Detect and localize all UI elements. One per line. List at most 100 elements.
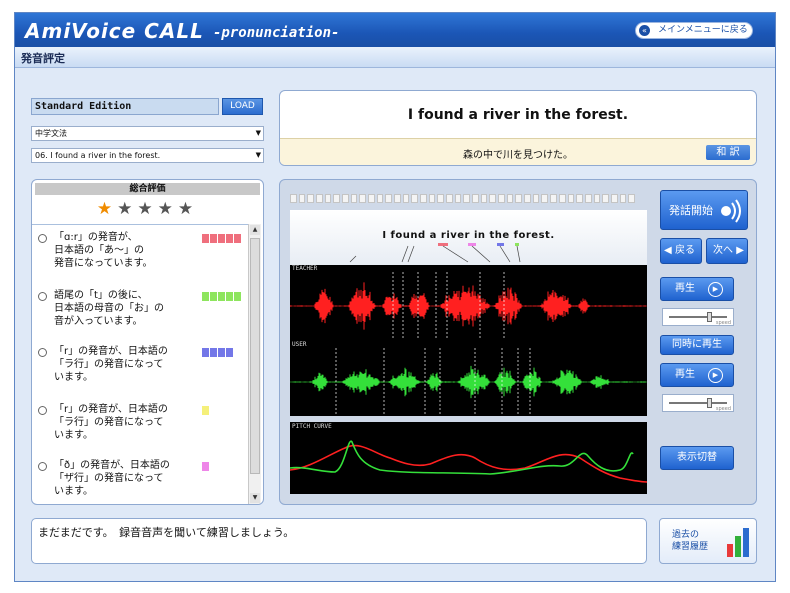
main-menu-button[interactable]: « メインメニューに戻る bbox=[635, 22, 753, 39]
category-select[interactable]: 中学文法 ▼ bbox=[31, 126, 264, 141]
severity-block bbox=[226, 348, 233, 357]
evaluation-list: 「ɑ:r」の発音が、 日本語の「あ～」の 発音になっています。 語尾の「t」の後に… bbox=[32, 224, 250, 504]
speed-label: speed bbox=[715, 320, 731, 326]
scroll-thumb[interactable] bbox=[250, 238, 260, 474]
translate-button[interactable]: 和 訳 bbox=[706, 145, 750, 160]
simultaneous-play-button[interactable]: 同時に再生 bbox=[660, 335, 734, 355]
severity-swatch bbox=[202, 348, 233, 357]
alignment-markers bbox=[349, 243, 521, 263]
track-separator bbox=[290, 416, 647, 422]
evaluation-text: 語尾の「t」の後に、 日本語の母音の「お」の 音が入っています。 bbox=[54, 290, 164, 327]
teacher-waveform bbox=[290, 272, 647, 340]
severity-block bbox=[202, 348, 209, 357]
severity-block bbox=[210, 348, 217, 357]
star-empty-icon: ★ bbox=[137, 199, 158, 219]
severity-block bbox=[218, 234, 225, 243]
start-recording-button[interactable]: 発話開始 bbox=[660, 190, 748, 230]
bar-chart-icon bbox=[727, 528, 749, 557]
toggle-display-button[interactable]: 表示切替 bbox=[660, 446, 734, 470]
category-select-value: 中学文法 bbox=[35, 129, 67, 138]
practice-history-label: 過去の 練習履歴 bbox=[672, 530, 709, 552]
severity-block bbox=[218, 292, 225, 301]
evaluation-text: 「ð」の発音が、日本語の 「ザ行」の発音になって います。 bbox=[54, 460, 170, 497]
play-user-button[interactable]: 再生 ▶ bbox=[660, 363, 734, 387]
next-label: 次へ bbox=[713, 245, 733, 256]
next-button[interactable]: 次へ ▶ bbox=[706, 238, 748, 264]
section-bar: 発音評定 bbox=[15, 47, 775, 68]
scroll-down-icon[interactable]: ▼ bbox=[250, 493, 260, 503]
waveform-display: I found a river in the forest. TEACHER U… bbox=[290, 210, 647, 494]
app-window: AmiVoice CALL -pronunciation- « メインメニューに… bbox=[14, 12, 776, 582]
speed-slider-knob[interactable] bbox=[707, 398, 712, 408]
evaluation-radio[interactable] bbox=[38, 234, 47, 243]
double-chevron-left-icon: « bbox=[639, 25, 650, 36]
play-user-label: 再生 bbox=[675, 369, 695, 380]
evaluation-text: 「r」の発音が、日本語の 「ラ行」の発音になって います。 bbox=[54, 346, 168, 383]
evaluation-radio[interactable] bbox=[38, 406, 47, 415]
severity-swatch bbox=[202, 406, 209, 415]
target-sentence-panel: I found a river in the forest. 森の中で川を見つけ… bbox=[279, 90, 757, 166]
edition-field[interactable]: Standard Edition bbox=[31, 98, 219, 115]
back-label: 戻る bbox=[675, 245, 695, 256]
translation-band: 森の中で川を見つけた。 和 訳 bbox=[280, 138, 756, 165]
sentence-select-value: 06. I found a river in the forest. bbox=[35, 151, 161, 160]
feedback-message: まだまだです。 録音音声を聞いて練習しましょう。 bbox=[31, 518, 647, 564]
play-icon: ▶ bbox=[708, 282, 723, 297]
star-empty-icon: ★ bbox=[117, 199, 138, 219]
user-track-label: USER bbox=[292, 341, 307, 348]
load-button[interactable]: LOAD bbox=[222, 98, 263, 115]
severity-block bbox=[202, 234, 209, 243]
app-title: AmiVoice CALL bbox=[25, 19, 204, 43]
section-title: 発音評定 bbox=[21, 52, 65, 65]
severity-block bbox=[226, 292, 233, 301]
progress-ticks bbox=[290, 194, 635, 203]
title-bar: AmiVoice CALL -pronunciation- « メインメニューに… bbox=[15, 13, 775, 47]
pitch-curve-graph bbox=[290, 428, 647, 494]
evaluation-panel: 総合評価 ★★★★★ 「ɑ:r」の発音が、 日本語の「あ～」の 発音になっていま… bbox=[31, 179, 264, 505]
target-sentence-english: I found a river in the forest. bbox=[407, 107, 629, 123]
speed-slider-track bbox=[669, 402, 727, 404]
app-subtitle: -pronunciation- bbox=[213, 25, 340, 41]
evaluation-radio[interactable] bbox=[38, 292, 47, 301]
waveform-panel: I found a river in the forest. TEACHER U… bbox=[279, 179, 757, 505]
user-waveform bbox=[290, 348, 647, 416]
dropdown-arrow-icon: ▼ bbox=[255, 151, 261, 159]
severity-swatch bbox=[202, 292, 241, 301]
severity-swatch bbox=[202, 234, 241, 243]
play-teacher-label: 再生 bbox=[675, 283, 695, 294]
back-arrow-icon: ◀ bbox=[664, 245, 672, 256]
next-arrow-icon: ▶ bbox=[736, 245, 744, 256]
evaluation-header: 総合評価 bbox=[35, 183, 260, 195]
speed-slider-track bbox=[669, 316, 727, 318]
evaluation-radio[interactable] bbox=[38, 462, 47, 471]
severity-block bbox=[202, 462, 209, 471]
evaluation-scrollbar[interactable]: ▲ ▼ bbox=[248, 224, 261, 504]
speed-slider-knob[interactable] bbox=[707, 312, 712, 322]
teacher-speed-slider[interactable]: speed bbox=[662, 308, 734, 326]
dropdown-arrow-icon: ▼ bbox=[255, 129, 261, 137]
severity-block bbox=[218, 348, 225, 357]
sound-wave-icon bbox=[721, 199, 741, 223]
user-speed-slider[interactable]: speed bbox=[662, 394, 734, 412]
sentence-select[interactable]: 06. I found a river in the forest. ▼ bbox=[31, 148, 264, 163]
severity-block bbox=[210, 234, 217, 243]
rating-stars: ★★★★★ bbox=[32, 199, 263, 219]
evaluation-title: 総合評価 bbox=[129, 184, 166, 194]
severity-block bbox=[226, 234, 233, 243]
evaluation-radio[interactable] bbox=[38, 348, 47, 357]
severity-block bbox=[234, 292, 241, 301]
play-teacher-button[interactable]: 再生 ▶ bbox=[660, 277, 734, 301]
practice-history-button[interactable]: 過去の 練習履歴 bbox=[659, 518, 757, 564]
scroll-up-icon[interactable]: ▲ bbox=[250, 225, 260, 235]
play-icon: ▶ bbox=[708, 368, 723, 383]
start-recording-label: 発話開始 bbox=[669, 204, 713, 217]
severity-swatch bbox=[202, 462, 209, 471]
teacher-track-label: TEACHER bbox=[292, 265, 318, 272]
star-empty-icon: ★ bbox=[177, 199, 199, 219]
severity-block bbox=[202, 292, 209, 301]
evaluation-text: 「ɑ:r」の発音が、 日本語の「あ～」の 発音になっています。 bbox=[54, 232, 153, 269]
sentence-alignment-area: I found a river in the forest. bbox=[290, 210, 647, 265]
waveform-path bbox=[290, 365, 647, 399]
back-button[interactable]: ◀ 戻る bbox=[660, 238, 702, 264]
severity-block bbox=[210, 292, 217, 301]
